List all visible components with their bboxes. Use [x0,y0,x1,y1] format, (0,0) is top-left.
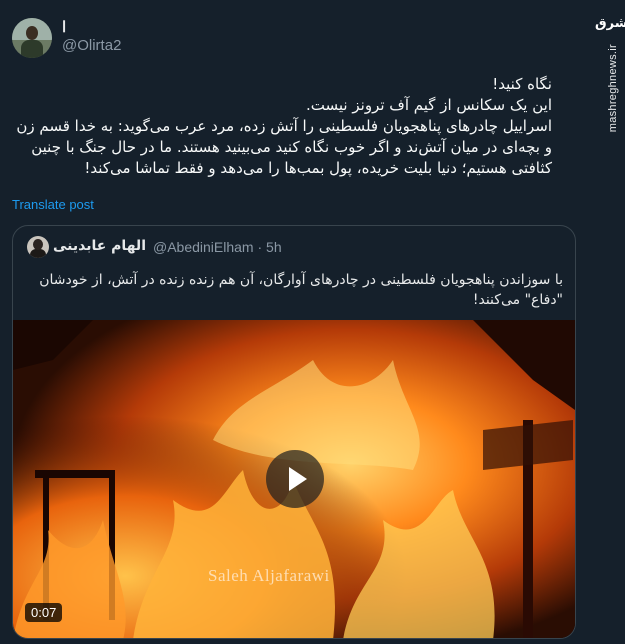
avatar[interactable] [12,18,52,58]
tweet-line: اسراییل چادرهای پناهجویان فلسطینی را آتش… [16,117,552,177]
watermark: مشرق mashreghnews.ir [591,0,625,140]
watermark-site: mashreghnews.ir [607,44,619,133]
quote-text: با سوزاندن پناهجویان فلسطینی در چادرهای … [39,272,563,308]
tweet-page: مشرق mashreghnews.ir ا @Olirta2 نگاه کنی… [0,0,625,644]
video-duration-badge: 0:07 [25,603,63,622]
mashregh-logo: مشرق [595,16,625,31]
author-display-name[interactable]: ا [62,18,66,36]
quote-avatar[interactable] [27,236,49,258]
tweet-line: این یک سکانس از گیم آف ترونز نیست. [306,96,552,114]
quoted-tweet-card[interactable]: الهام عابدینی @AbediniElham · 5h با سوزا… [12,225,576,639]
video-credit-watermark: Saleh Aljafarawi [208,566,330,585]
translate-post-link[interactable]: Translate post [12,197,94,212]
tweet-text: نگاه کنید! این یک سکانس از گیم آف ترونز … [12,74,552,179]
author-handle[interactable]: @Olirta2 [62,37,121,54]
quote-author-handle-time[interactable]: @AbediniElham · 5h [153,239,282,255]
quote-author-name[interactable]: الهام عابدینی [53,238,146,254]
video-player[interactable]: Saleh Aljafarawi 0:07 [13,320,575,638]
tweet-line: نگاه کنید! [492,75,552,93]
play-icon[interactable] [266,450,324,508]
